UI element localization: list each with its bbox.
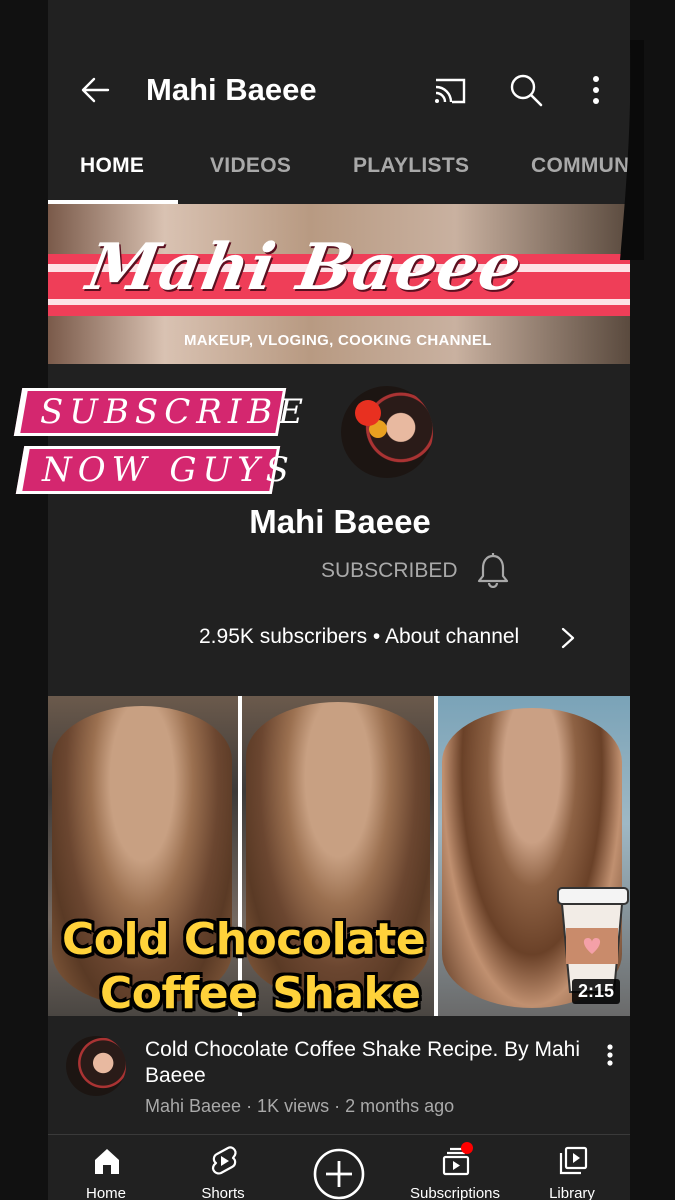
- nav-library[interactable]: Library: [517, 1135, 627, 1200]
- nav-label: Subscriptions: [409, 1185, 501, 1200]
- bottom-navigation: Home Shorts Subscriptions Library: [48, 1134, 630, 1200]
- channel-tabs: HOME VIDEOS PLAYLISTS COMMUN: [48, 134, 630, 204]
- nav-home[interactable]: Home: [51, 1135, 161, 1200]
- nav-subscriptions[interactable]: Subscriptions: [400, 1135, 510, 1200]
- tab-home[interactable]: HOME: [80, 154, 144, 178]
- top-app-bar: Mahi Baeee: [48, 48, 630, 134]
- thumbnail-title-line2: Coffee Shake: [100, 968, 421, 1016]
- subscribed-button[interactable]: SUBSCRIBED: [321, 559, 458, 583]
- video-more-options-icon[interactable]: [598, 1040, 622, 1070]
- channel-avatar[interactable]: [341, 386, 433, 478]
- video-duration-badge: 2:15: [571, 979, 620, 1004]
- nav-label: Library: [549, 1185, 595, 1200]
- chevron-right-icon[interactable]: [558, 626, 578, 650]
- sticker-text-line2: NOW GUYS: [42, 450, 295, 490]
- nav-label: Home: [85, 1185, 126, 1200]
- video-metadata: Mahi Baeee · 1K views · 2 months ago: [145, 1096, 455, 1116]
- youtube-channel-screen: Mahi Baeee HOME VIDEOS PLAYLISTS COMMUN …: [48, 0, 630, 1200]
- channel-banner: Mahi Baeee MAKEUP, VLOGING, COOKING CHAN…: [48, 204, 630, 364]
- library-icon: [559, 1146, 588, 1175]
- shorts-icon: [212, 1146, 237, 1175]
- search-icon[interactable]: [506, 70, 546, 110]
- more-options-icon[interactable]: [576, 70, 616, 110]
- tab-videos[interactable]: VIDEOS: [210, 154, 291, 178]
- tab-playlists[interactable]: PLAYLISTS: [353, 154, 469, 178]
- notification-dot: [461, 1142, 473, 1154]
- video-title[interactable]: Cold Chocolate Coffee Shake Recipe. By M…: [145, 1037, 585, 1089]
- video-channel-avatar[interactable]: [66, 1036, 126, 1096]
- subscribe-sticker: SUBSCRIBE: [13, 388, 310, 436]
- subscribe-sticker: NOW GUYS: [15, 446, 295, 494]
- avatar-flower-decoration: [355, 400, 381, 426]
- nav-label: Shorts: [201, 1185, 245, 1200]
- page-title: Mahi Baeee: [146, 72, 317, 107]
- cast-icon[interactable]: [430, 70, 470, 110]
- home-icon: [95, 1149, 119, 1174]
- banner-channel-name: Mahi Baeee: [81, 230, 528, 305]
- channel-name: Mahi Baeee: [249, 503, 431, 540]
- banner-tagline: MAKEUP, VLOGING, COOKING CHANNEL: [184, 332, 492, 349]
- back-arrow-icon[interactable]: [76, 70, 116, 110]
- create-icon[interactable]: [312, 1147, 366, 1200]
- sticker-text-line1: SUBSCRIBE: [40, 392, 310, 432]
- redaction-scribble: [620, 40, 644, 260]
- channel-stats-link[interactable]: 2.95K subscribers • About channel: [199, 625, 519, 649]
- nav-shorts[interactable]: Shorts: [168, 1135, 278, 1200]
- video-thumbnail[interactable]: Cold Chocolate Coffee Shake 2:15: [48, 696, 630, 1016]
- notification-bell-icon[interactable]: [476, 552, 510, 588]
- thumbnail-title-line1: Cold Chocolate: [62, 914, 426, 965]
